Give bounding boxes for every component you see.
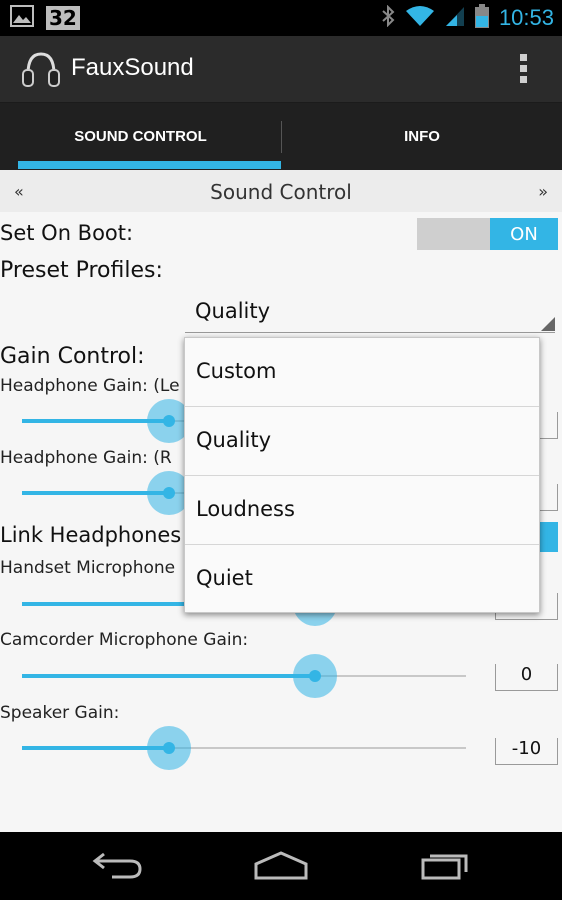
battery-icon: [474, 4, 489, 32]
camcorder-mic-label: Camcorder Microphone Gain:: [0, 630, 249, 650]
preset-profiles-spinner[interactable]: Quality: [185, 296, 555, 333]
dropdown-option-label: Quality: [196, 428, 272, 452]
notification-badge: 32: [46, 6, 80, 30]
dropdown-option-label: Quiet: [196, 566, 253, 590]
speaker-gain-value-text: -10: [511, 738, 542, 759]
overflow-menu-icon[interactable]: [520, 54, 528, 87]
set-on-boot-label: Set On Boot:: [0, 221, 134, 245]
bluetooth-icon: [381, 4, 395, 31]
tab-bar: SOUND CONTROL INFO: [0, 103, 562, 170]
tab-info[interactable]: INFO: [282, 103, 562, 170]
gain-control-label: Gain Control:: [0, 344, 145, 369]
action-bar: FauxSound: [0, 36, 562, 103]
preset-profiles-dropdown: Custom Quality Loudness Quiet: [184, 337, 540, 613]
headphones-icon: [20, 48, 62, 94]
navigation-bar: [0, 832, 562, 900]
slider-thumb[interactable]: [146, 726, 191, 770]
dropdown-option-quiet[interactable]: Quiet: [185, 545, 539, 613]
image-icon: [10, 5, 34, 31]
spinner-arrow-icon: [541, 317, 555, 331]
wifi-icon: [405, 5, 435, 31]
handset-mic-label: Handset Microphone: [0, 558, 176, 578]
link-headphones-toggle[interactable]: [539, 522, 558, 552]
tab-selected-indicator: [18, 161, 281, 169]
pager-next-button[interactable]: »: [538, 182, 548, 201]
home-icon[interactable]: [253, 850, 309, 884]
speaker-gain-value[interactable]: -10: [495, 738, 558, 765]
dropdown-option-label: Loudness: [196, 497, 295, 521]
headphone-gain-left-label: Headphone Gain: (Le: [0, 376, 180, 396]
preset-selected-value: Quality: [195, 299, 271, 323]
camcorder-mic-slider[interactable]: [22, 654, 466, 698]
dropdown-option-loudness[interactable]: Loudness: [185, 476, 539, 545]
speaker-gain-label: Speaker Gain:: [0, 703, 120, 723]
set-on-boot-toggle[interactable]: ON: [417, 218, 558, 250]
toggle-on-state: ON: [490, 218, 558, 250]
speaker-gain-slider[interactable]: [22, 726, 466, 770]
pager-title-strip: « Sound Control »: [0, 170, 562, 214]
back-icon[interactable]: [92, 850, 144, 884]
clock: 10:53: [498, 5, 554, 30]
dropdown-option-custom[interactable]: Custom: [185, 338, 539, 407]
recents-icon[interactable]: [420, 850, 472, 884]
app-title: FauxSound: [71, 54, 194, 81]
dropdown-option-label: Custom: [196, 359, 277, 383]
signal-icon: [445, 5, 465, 31]
link-headphones-label: Link Headphones: [0, 523, 182, 547]
dropdown-option-quality[interactable]: Quality: [185, 407, 539, 476]
camcorder-mic-value-text: 0: [520, 664, 533, 685]
slider-thumb[interactable]: [293, 654, 338, 698]
headphone-gain-right-label: Headphone Gain: (R: [0, 448, 172, 468]
preset-profiles-label: Preset Profiles:: [0, 258, 163, 283]
camcorder-mic-value[interactable]: 0: [495, 664, 558, 691]
pager-title: Sound Control: [210, 180, 352, 204]
tab-sound-control[interactable]: SOUND CONTROL: [0, 103, 281, 170]
status-bar: 32 10:53: [0, 0, 562, 36]
